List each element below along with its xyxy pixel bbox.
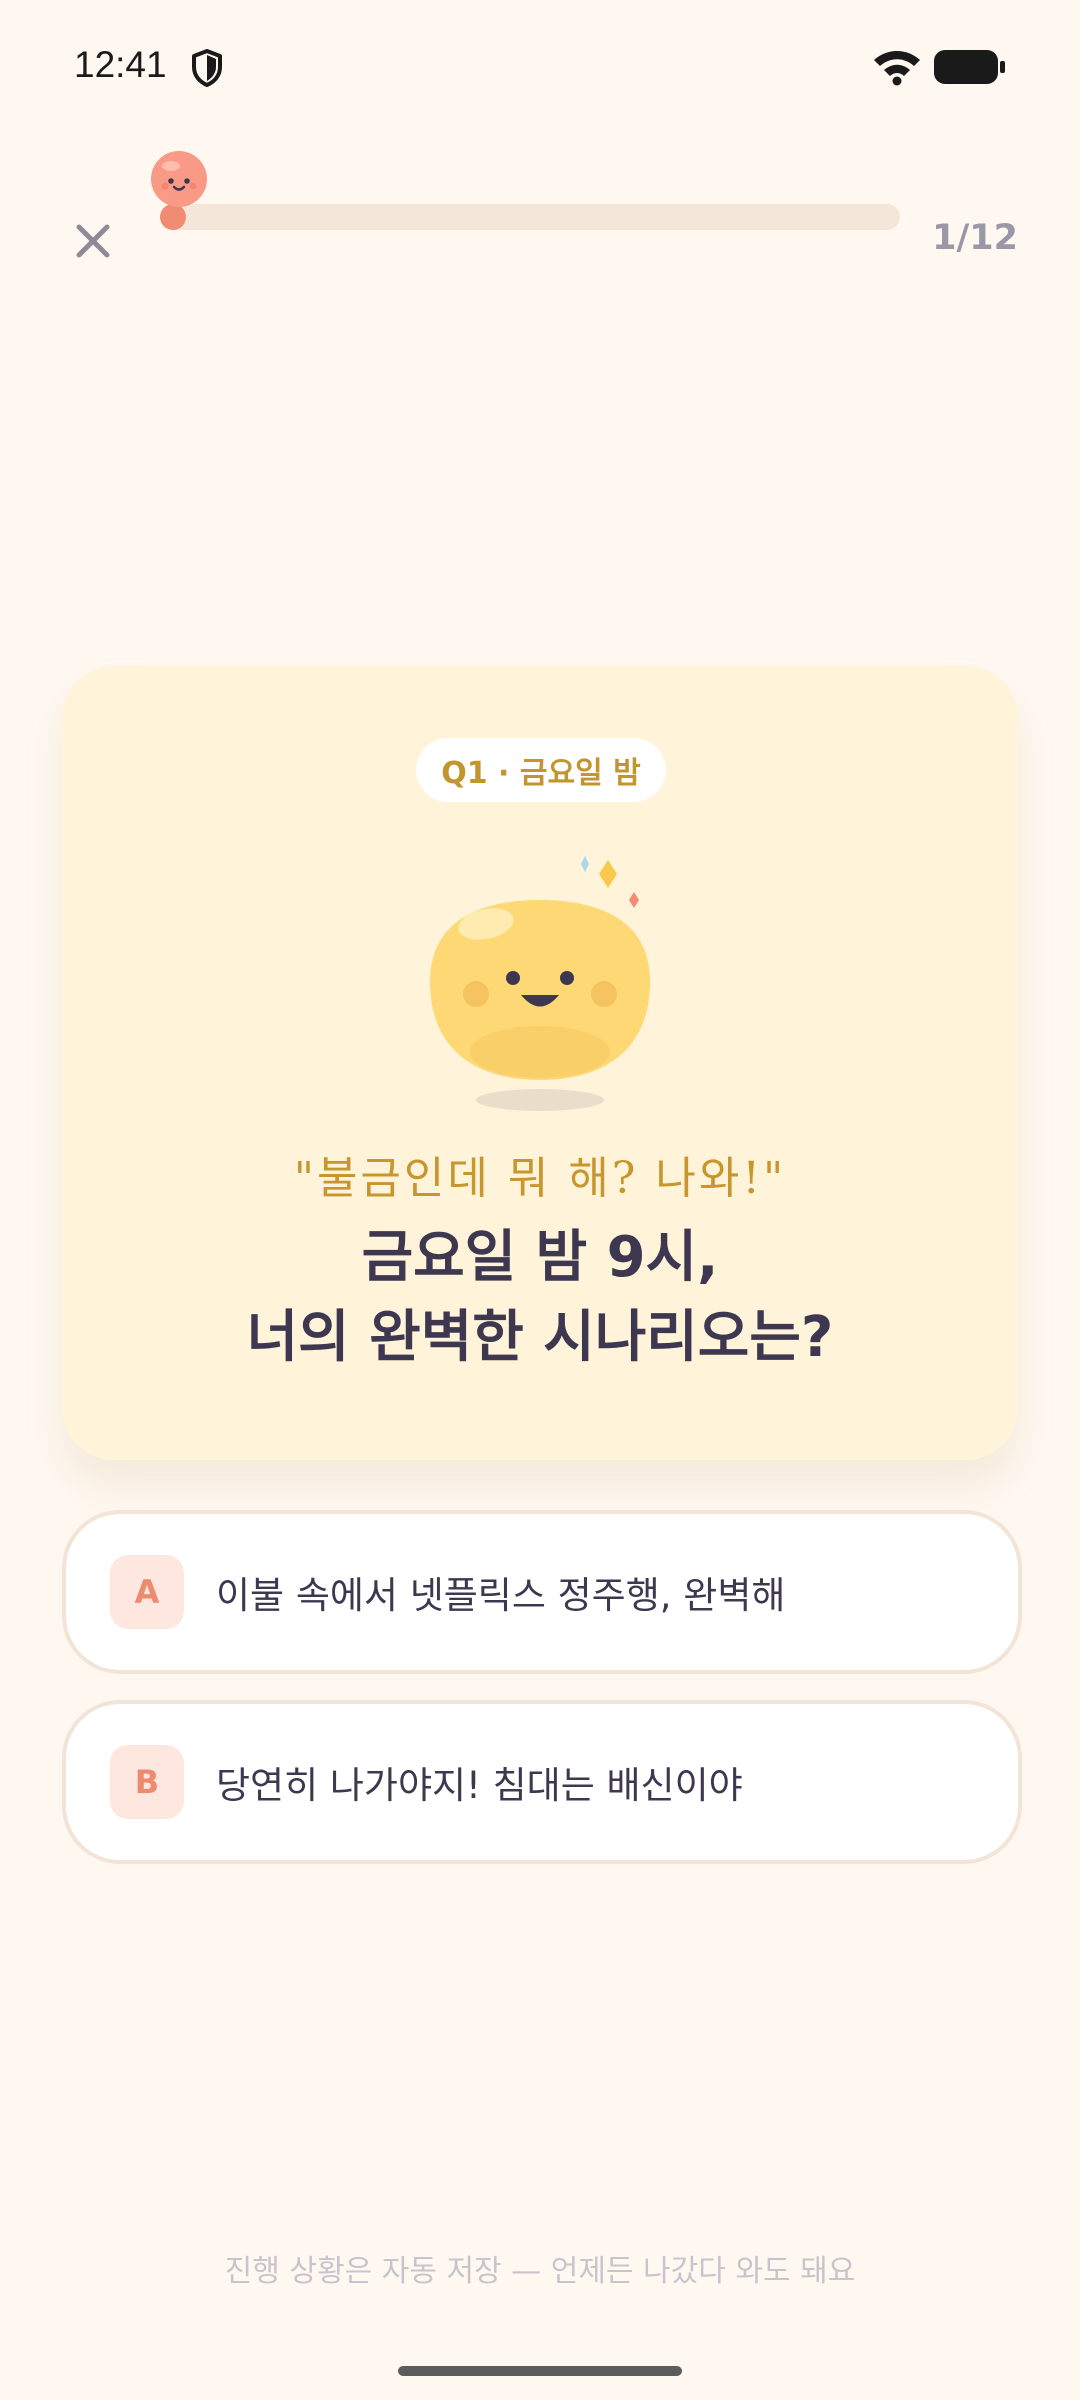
- option-b-button[interactable]: B 당연히 나가야지! 침대는 배신이야: [62, 1700, 1022, 1864]
- battery-icon: [934, 50, 1006, 84]
- question-title: 금요일 밤 9시, 너의 완벽한 시나리오는?: [62, 1218, 1018, 1378]
- status-bar: 12:41: [0, 0, 1080, 130]
- autosave-note: 진행 상황은 자동 저장 — 언제든 나갔다 와도 돼요: [224, 2254, 856, 2289]
- option-a-button[interactable]: A 이불 속에서 넷플릭스 정주행, 완벽해: [62, 1510, 1022, 1674]
- option-b-text: 당연히 나가야지! 침대는 배신이야: [216, 1764, 743, 1807]
- option-a-text: 이불 속에서 넷플릭스 정주행, 완벽해: [216, 1574, 786, 1617]
- wifi-icon: [872, 48, 922, 86]
- close-icon: [73, 221, 113, 265]
- mascot-face-icon: [148, 148, 210, 210]
- question-line-2: 너의 완벽한 시나리오는?: [246, 1305, 834, 1370]
- option-a-badge: A: [110, 1555, 184, 1629]
- progress-bar: [160, 204, 900, 230]
- option-b-badge: B: [110, 1745, 184, 1819]
- progress-counter: 1/12: [932, 218, 1018, 258]
- mascot-speech: "불금인데 뭐 해? 나와!": [293, 1153, 787, 1204]
- close-button[interactable]: [60, 210, 126, 276]
- question-chip: Q1 · 금요일 밤: [416, 738, 666, 802]
- smiling-blob-mascot-icon: [420, 842, 660, 1118]
- shield-icon: [190, 48, 224, 88]
- status-time: 12:41: [74, 44, 167, 85]
- home-indicator[interactable]: [398, 2366, 682, 2376]
- question-line-1: 금요일 밤 9시,: [361, 1225, 719, 1290]
